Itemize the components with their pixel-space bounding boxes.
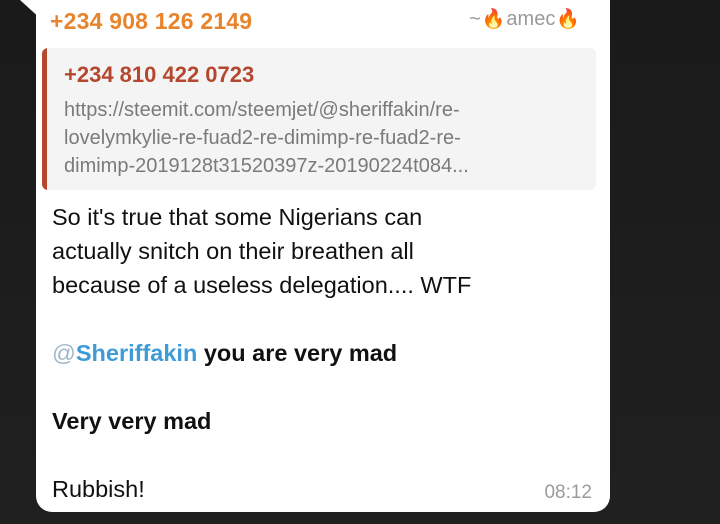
sender-phone[interactable]: +234 908 126 2149: [50, 8, 252, 35]
message-line: Rubbish!: [52, 476, 145, 502]
reply-text: https://steemit.com/steemjet/@sheriffaki…: [64, 96, 584, 180]
reply-quote[interactable]: +234 810 422 0723 https://steemit.com/st…: [42, 48, 596, 190]
fire-icon: 🔥: [481, 9, 506, 30]
message-line: Very very mad: [52, 408, 212, 434]
reply-line: lovelymkylie-re-fuad2-re-dimimp-re-fuad2…: [64, 127, 461, 149]
mention-rest: you are very mad: [197, 340, 398, 366]
message-line: So it's true that some Nigerians can: [52, 204, 423, 230]
message-line-mention: @Sheriffakin you are very mad: [52, 336, 592, 370]
reply-accent-bar: [42, 48, 47, 190]
message-text: So it's true that some Nigerians can act…: [52, 200, 592, 506]
message-line: actually snitch on their breathen all: [52, 238, 414, 264]
reply-line: dimimp-2019128t31520397z-20190224t084...: [64, 155, 469, 177]
message-bubble[interactable]: +234 908 126 2149 ~ 🔥 amec 🔥 +234 810 42…: [36, 0, 610, 512]
reply-author: +234 810 422 0723: [64, 62, 255, 87]
message-timestamp: 08:12: [544, 482, 592, 503]
mention-link[interactable]: Sheriffakin: [76, 340, 197, 366]
message-line: because of a useless delegation.... WTF: [52, 272, 472, 298]
sender-tag-prefix: ~: [469, 8, 481, 30]
mention-at: @: [52, 340, 76, 366]
reply-line: https://steemit.com/steemjet/@sheriffaki…: [64, 99, 460, 121]
fire-icon: 🔥: [556, 9, 580, 30]
sender-tag-name: amec: [506, 8, 556, 30]
sender-tag: ~ 🔥 amec 🔥: [469, 8, 580, 31]
